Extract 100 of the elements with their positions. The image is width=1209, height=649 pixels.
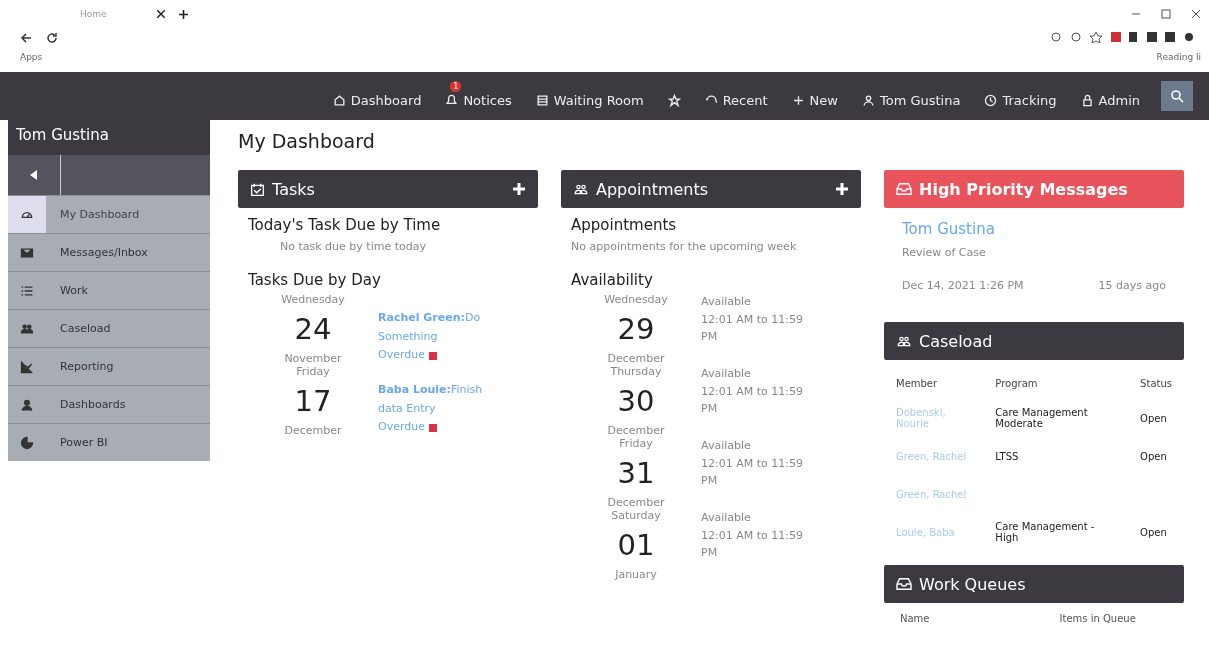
panel-title: Tasks bbox=[272, 179, 315, 199]
add-button[interactable] bbox=[512, 182, 526, 196]
message-date: Dec 14, 2021 1:26 PM bbox=[902, 279, 1024, 292]
month: January bbox=[615, 568, 657, 581]
bookmark-link[interactable]: Apps bbox=[20, 52, 43, 62]
caret-icon bbox=[30, 170, 38, 180]
nav-link[interactable]: 1 Notices bbox=[436, 80, 521, 112]
status-text: Overdue bbox=[378, 347, 425, 364]
month: November bbox=[284, 352, 342, 365]
sidebar-item[interactable]: Dashboards bbox=[8, 385, 210, 423]
availability-status: Available bbox=[701, 438, 752, 454]
pie-icon bbox=[20, 435, 34, 450]
sidebar-item[interactable]: Power BI bbox=[8, 423, 210, 461]
overdue-marker bbox=[429, 423, 437, 432]
search-button[interactable] bbox=[1161, 81, 1193, 111]
message-age: 15 days ago bbox=[1098, 279, 1166, 292]
sidebar-item[interactable]: Caseload bbox=[8, 309, 210, 347]
availability-time: 12:01 AM to 11:59 PM bbox=[701, 527, 804, 562]
bell-icon bbox=[445, 93, 459, 107]
close-icon[interactable] bbox=[156, 10, 165, 18]
clock-icon bbox=[984, 93, 998, 107]
back-icon[interactable] bbox=[20, 32, 32, 44]
notification-badge: 1 bbox=[450, 80, 462, 92]
plus-icon[interactable] bbox=[178, 9, 188, 19]
home-icon bbox=[332, 93, 346, 107]
room-icon bbox=[535, 93, 549, 107]
panel-title: Work Queues bbox=[919, 574, 1026, 594]
availability-time: 12:01 AM to 11:59 PM bbox=[701, 311, 804, 346]
restore-icon[interactable] bbox=[1161, 9, 1171, 19]
availability-time: 12:01 AM to 11:59 PM bbox=[701, 383, 804, 418]
table-cell: Open bbox=[1140, 412, 1167, 424]
page-title: My Dashboard bbox=[238, 130, 376, 152]
nav-link[interactable]: New bbox=[782, 80, 847, 112]
sidebar-item[interactable]: My Dashboard bbox=[8, 195, 210, 233]
section-heading: Appointments bbox=[571, 216, 678, 234]
weekday: Saturday bbox=[611, 509, 661, 522]
chart-icon bbox=[20, 359, 34, 374]
nav-link[interactable]: Tracking bbox=[975, 80, 1066, 112]
nav-link[interactable]: Admin bbox=[1071, 80, 1149, 112]
section-heading: Today's Task Due by Time bbox=[248, 216, 442, 234]
sidebar-item[interactable]: Reporting bbox=[8, 347, 210, 385]
weekday: Friday bbox=[296, 365, 330, 379]
month: December bbox=[284, 424, 342, 438]
month: December bbox=[607, 496, 665, 509]
status-text: Overdue bbox=[378, 419, 425, 436]
table-cell: Care Management - High bbox=[995, 521, 1095, 543]
add-button[interactable] bbox=[835, 182, 849, 196]
reload-icon[interactable] bbox=[46, 32, 58, 44]
nav-link[interactable]: Dashboard bbox=[323, 80, 431, 112]
overdue-marker bbox=[429, 351, 437, 360]
mail-icon bbox=[20, 245, 34, 260]
month: December bbox=[607, 424, 665, 437]
availability-status: Available bbox=[701, 366, 752, 382]
weekday: Wednesday bbox=[604, 293, 668, 306]
browser-tab[interactable]: Home bbox=[20, 9, 165, 19]
panel-title: High Priority Messages bbox=[919, 179, 1128, 199]
table-cell: Care Management Moderate bbox=[995, 407, 1088, 429]
day-number: 01 bbox=[617, 528, 655, 562]
lock-icon bbox=[1080, 93, 1094, 107]
nav-link[interactable]: Tom Gustina bbox=[852, 80, 970, 112]
column-header: Member bbox=[895, 377, 939, 391]
weekday: Wednesday bbox=[281, 293, 345, 306]
search-icon bbox=[1170, 89, 1184, 103]
star-icon bbox=[667, 93, 681, 107]
availability-time: 12:01 AM to 11:59 PM bbox=[701, 455, 804, 490]
month: December bbox=[607, 352, 665, 365]
sidebar-user-name: Tom Gustina bbox=[8, 120, 210, 155]
user-icon bbox=[861, 93, 875, 107]
sidebar-item[interactable]: Work bbox=[8, 271, 210, 309]
user-icon bbox=[20, 397, 34, 412]
weekday: Thursday bbox=[610, 365, 662, 378]
panel-title: Appointments bbox=[596, 179, 709, 199]
nav-link[interactable]: Waiting Room bbox=[526, 80, 653, 112]
table-cell: Open bbox=[1140, 526, 1167, 538]
list-icon bbox=[20, 283, 34, 298]
table-cell: Open bbox=[1140, 450, 1167, 462]
sidebar-item[interactable]: Messages/Inbox bbox=[8, 233, 210, 271]
availability-status: Available bbox=[701, 510, 752, 526]
calendar-check-icon bbox=[250, 181, 265, 197]
panel-title: Caseload bbox=[919, 331, 993, 351]
availability-status: Available bbox=[701, 294, 752, 310]
table-cell: LTSS bbox=[995, 450, 1019, 462]
plus-icon bbox=[512, 182, 526, 196]
weekday: Friday bbox=[619, 437, 653, 450]
day-number: 17 bbox=[294, 384, 332, 419]
column-header: Items in Queue bbox=[1059, 613, 1136, 624]
day-number: 30 bbox=[617, 384, 655, 418]
column-header: Status bbox=[1139, 377, 1173, 391]
section-heading: Availability bbox=[571, 271, 654, 289]
plus-icon bbox=[791, 93, 805, 107]
people-icon bbox=[20, 321, 34, 336]
day-number: 31 bbox=[617, 456, 655, 490]
day-number: 24 bbox=[294, 312, 332, 346]
empty-message: No appointments for the upcoming week bbox=[571, 240, 798, 253]
column-header: Program bbox=[994, 377, 1039, 391]
reading-list-button[interactable]: Reading li bbox=[1156, 52, 1201, 62]
column-header: Name bbox=[900, 613, 930, 624]
message-subject: Review of Case bbox=[902, 246, 987, 259]
close-icon[interactable] bbox=[1191, 9, 1201, 19]
nav-link[interactable]: Recent bbox=[695, 80, 777, 112]
